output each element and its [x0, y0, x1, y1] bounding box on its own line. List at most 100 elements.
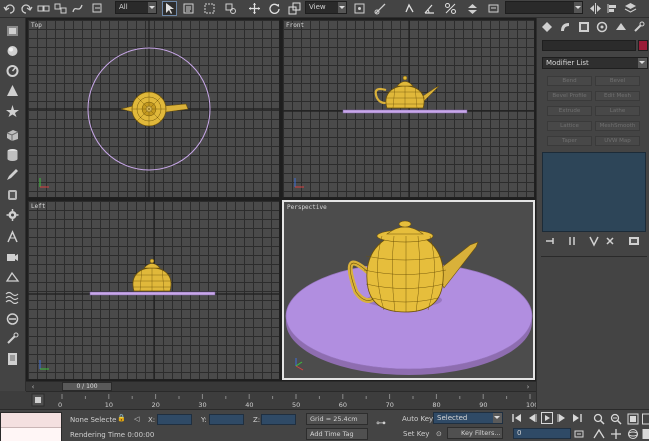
show-end-result-icon[interactable]	[566, 235, 578, 247]
redo-icon[interactable]	[20, 2, 33, 15]
pin-stack-icon[interactable]	[544, 235, 556, 247]
modifier-button-bevel[interactable]: Bevel	[595, 76, 640, 86]
make-unique-icon[interactable]	[588, 235, 600, 247]
play-icon[interactable]	[541, 412, 553, 424]
modifier-stack-list[interactable]	[542, 152, 646, 232]
unlink-icon[interactable]	[54, 2, 67, 15]
window-crossing-icon[interactable]	[224, 2, 237, 15]
modifier-button-taper[interactable]: Taper	[547, 136, 592, 146]
viewport-top[interactable]: Top	[27, 19, 280, 198]
edit-named-selection-icon[interactable]	[487, 2, 500, 15]
align-icon[interactable]	[606, 2, 619, 15]
add-time-tag-button[interactable]: Add Time Tag	[306, 428, 368, 440]
select-by-name-icon[interactable]	[182, 2, 195, 15]
modifier-button-meshsmooth[interactable]: MeshSmooth	[595, 121, 640, 131]
camera-icon[interactable]	[5, 250, 20, 264]
modifier-button-bevel-profile[interactable]: Bevel Profile	[547, 91, 592, 101]
create-tab-icon[interactable]	[541, 21, 553, 33]
orbit-icon[interactable]	[627, 428, 639, 440]
reference-coordinate-dropdown[interactable]: View	[305, 1, 347, 14]
sphere-icon[interactable]	[5, 44, 20, 58]
object-name-input[interactable]	[542, 40, 636, 51]
pen-icon[interactable]	[5, 168, 20, 182]
percent-snap-icon[interactable]	[444, 2, 457, 15]
modifier-button-edit-mesh[interactable]: Edit Mesh	[595, 91, 640, 101]
cylinder-icon[interactable]	[5, 148, 20, 162]
light-icon[interactable]	[5, 230, 20, 244]
chevron-left-icon[interactable]: ‹	[28, 383, 38, 391]
go-to-start-icon[interactable]	[511, 412, 523, 424]
maxscript-listener[interactable]	[0, 412, 62, 441]
time-slider[interactable]: ‹ 0 / 100 ›	[26, 381, 536, 391]
hierarchy-tab-icon[interactable]	[578, 21, 590, 33]
select-and-link-icon[interactable]	[37, 2, 50, 15]
x-coordinate-input[interactable]	[157, 414, 192, 425]
maximize-viewport-icon[interactable]	[640, 428, 649, 440]
select-object-icon[interactable]	[162, 1, 177, 16]
region-select-icon[interactable]	[203, 2, 216, 15]
gear-icon[interactable]	[5, 208, 20, 222]
key-mode-icon[interactable]: ⊶	[376, 418, 386, 429]
unlink-selection-icon[interactable]	[91, 2, 104, 15]
zoom-all-icon[interactable]	[610, 413, 622, 425]
auto-key-button[interactable]: Auto Key	[402, 415, 433, 423]
spinner-snap-icon[interactable]	[466, 2, 479, 15]
scale-icon[interactable]	[288, 2, 301, 15]
select-manipulate-icon[interactable]	[374, 2, 387, 15]
modifier-list-dropdown[interactable]: Modifier List	[542, 57, 648, 69]
document-icon[interactable]	[5, 352, 20, 366]
object-color-swatch[interactable]	[638, 40, 648, 51]
utilities-icon[interactable]	[5, 332, 20, 346]
previous-frame-icon[interactable]	[526, 412, 538, 424]
hierarchy-icon[interactable]	[5, 24, 20, 38]
go-to-end-icon[interactable]	[571, 412, 583, 424]
modify-tab-icon[interactable]	[559, 21, 571, 33]
key-filter-icon[interactable]: ⊙	[436, 430, 442, 438]
y-coordinate-input[interactable]	[209, 414, 244, 425]
move-icon[interactable]	[248, 2, 261, 15]
cone-icon[interactable]	[5, 84, 20, 98]
key-mode-toggle-icon[interactable]	[573, 428, 585, 440]
pan-icon[interactable]	[610, 428, 622, 440]
viewport-front[interactable]: Front	[282, 19, 535, 198]
bind-to-spacewarp-icon[interactable]	[71, 2, 84, 15]
helper-icon[interactable]	[5, 270, 20, 284]
modifier-button-uvw-map[interactable]: UVW Map	[595, 136, 640, 146]
pivot-point-icon[interactable]	[353, 2, 366, 15]
star-icon[interactable]	[5, 104, 20, 118]
mirror-icon[interactable]	[589, 2, 602, 15]
selection-filter-dropdown[interactable]: All	[115, 1, 157, 14]
absolute-mode-icon[interactable]: ◁	[134, 415, 139, 423]
set-key-button[interactable]: Set Key	[403, 430, 429, 438]
key-filters-button[interactable]: Key Filters...	[447, 427, 503, 439]
lock-selection-icon[interactable]: 🔒	[117, 414, 126, 422]
chevron-right-icon[interactable]: ›	[523, 383, 533, 391]
angle-snap-icon[interactable]	[423, 2, 436, 15]
undo-icon[interactable]	[3, 2, 16, 15]
time-slider-thumb[interactable]: 0 / 100	[62, 382, 112, 391]
snap-toggle-icon[interactable]	[403, 2, 416, 15]
spacewarp-icon[interactable]	[5, 290, 20, 304]
field-of-view-icon[interactable]	[593, 428, 605, 440]
systems-icon[interactable]	[5, 312, 20, 326]
remove-modifier-icon[interactable]	[604, 235, 616, 247]
modifier-button-lathe[interactable]: Lathe	[595, 106, 640, 116]
z-coordinate-input[interactable]	[261, 414, 296, 425]
modifier-button-extrude[interactable]: Extrude	[547, 106, 592, 116]
configure-modifier-sets-icon[interactable]	[628, 235, 640, 247]
zoom-extents-icon[interactable]	[627, 413, 639, 425]
track-bar[interactable]: 0 10 20 30 40 50 60 70 80 90 100	[26, 391, 536, 409]
viewport-perspective[interactable]: Perspective	[282, 200, 535, 380]
display-tab-icon[interactable]	[615, 21, 627, 33]
current-frame-input[interactable]: 0	[513, 428, 571, 439]
motion-icon[interactable]	[5, 64, 20, 78]
modifier-button-bend[interactable]: Bend	[547, 76, 592, 86]
key-mode-dropdown[interactable]: Selected	[433, 412, 503, 424]
motion-tab-icon[interactable]	[596, 21, 608, 33]
tube-icon[interactable]	[5, 188, 20, 202]
named-selection-set-dropdown[interactable]	[505, 1, 583, 14]
modifier-button-lattice[interactable]: Lattice	[547, 121, 592, 131]
layer-manager-icon[interactable]	[624, 2, 637, 15]
zoom-extents-all-icon[interactable]	[640, 413, 649, 425]
next-frame-icon[interactable]	[556, 412, 568, 424]
